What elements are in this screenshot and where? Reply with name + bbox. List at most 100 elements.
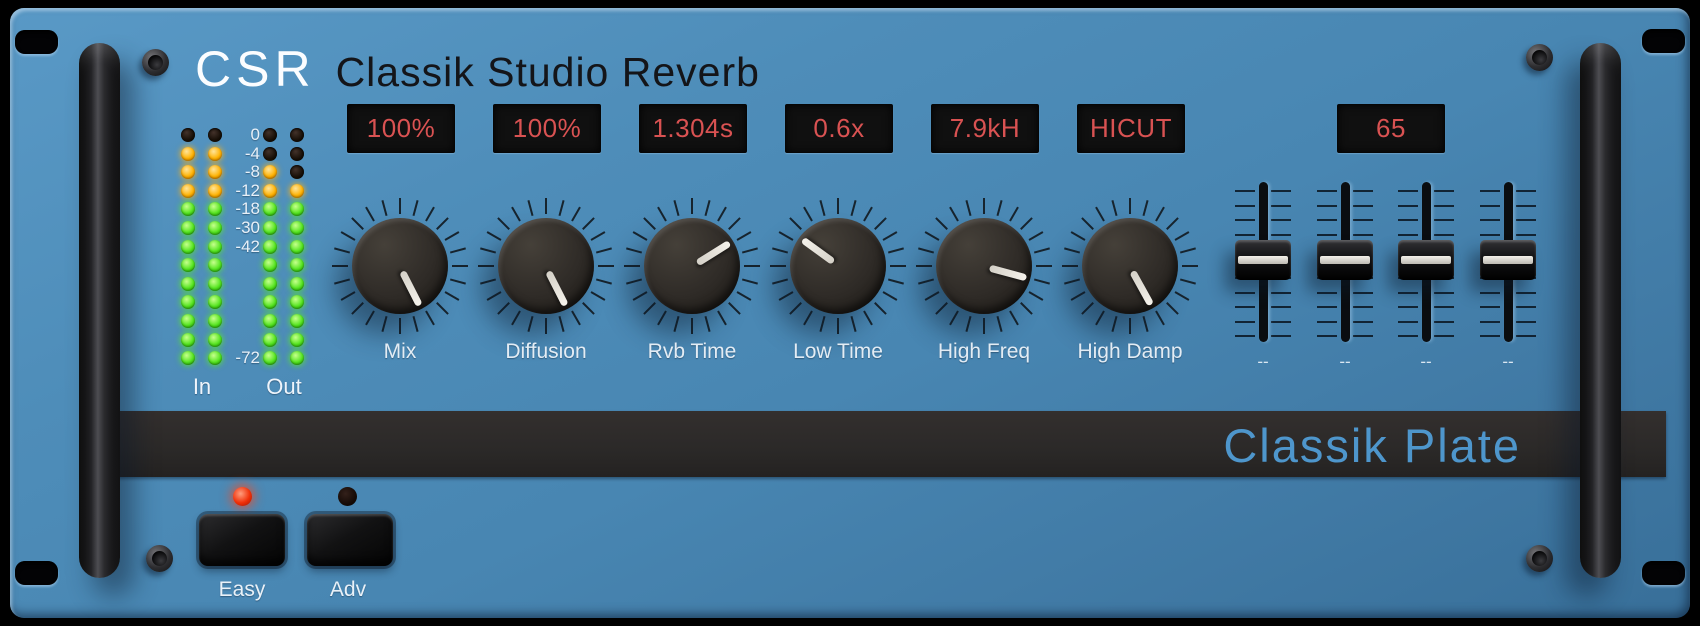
slider-tick bbox=[1353, 292, 1373, 294]
meter-led-out-left bbox=[263, 314, 277, 328]
meter-led-in-left bbox=[181, 333, 195, 347]
display-low-time[interactable]: 0.6x bbox=[785, 104, 893, 153]
slider-tick bbox=[1235, 321, 1255, 323]
knob-label-rvb-time: Rvb Time bbox=[612, 340, 772, 364]
slider-label-slider-4: -- bbox=[1478, 352, 1538, 372]
display-high-damp[interactable]: HICUT bbox=[1077, 104, 1185, 153]
slider-tick bbox=[1271, 335, 1291, 337]
slider-label-slider-1: -- bbox=[1233, 352, 1293, 372]
slider-tick bbox=[1398, 292, 1418, 294]
slider-handle-slider-3[interactable] bbox=[1398, 240, 1454, 280]
meter-led-in-left bbox=[181, 147, 195, 161]
slider-handle-slider-4[interactable] bbox=[1480, 240, 1536, 280]
slider-tick bbox=[1398, 234, 1418, 236]
meter-scale-label: -4 bbox=[220, 144, 260, 164]
slider-tick bbox=[1353, 205, 1373, 207]
easy-button[interactable] bbox=[199, 514, 285, 566]
display-high-freq[interactable]: 7.9kH bbox=[931, 104, 1039, 153]
slider-tick bbox=[1235, 219, 1255, 221]
rack-handle-right bbox=[1580, 43, 1621, 578]
slider-tick bbox=[1235, 292, 1255, 294]
display-diffusion[interactable]: 100% bbox=[493, 104, 601, 153]
slider-group-display[interactable]: 65 bbox=[1337, 104, 1445, 153]
slider-tick bbox=[1235, 190, 1255, 192]
meter-led-out-left bbox=[263, 184, 277, 198]
slider-tick bbox=[1317, 205, 1337, 207]
meter-led-in-right bbox=[208, 295, 222, 309]
slider-tick bbox=[1271, 306, 1291, 308]
slider-tick bbox=[1434, 205, 1454, 207]
slider-tick bbox=[1398, 219, 1418, 221]
slider-handle-stripe bbox=[1401, 256, 1451, 264]
slider-tick bbox=[1480, 306, 1500, 308]
knob-high-damp[interactable] bbox=[1060, 196, 1200, 336]
display-value-rvb-time: 1.304s bbox=[652, 113, 733, 144]
slider-tick bbox=[1353, 335, 1373, 337]
slider-tick bbox=[1271, 205, 1291, 207]
meter-scale-label: -42 bbox=[220, 237, 260, 257]
display-mix[interactable]: 100% bbox=[347, 104, 455, 153]
slider-tick bbox=[1480, 335, 1500, 337]
meter-led-out-right bbox=[290, 314, 304, 328]
meter-led-out-left bbox=[263, 128, 277, 142]
meter-led-in-right bbox=[208, 333, 222, 347]
slider-tick bbox=[1434, 321, 1454, 323]
knob-mix[interactable] bbox=[330, 196, 470, 336]
slider-handle-slider-2[interactable] bbox=[1317, 240, 1373, 280]
slider-tick bbox=[1480, 205, 1500, 207]
slider-tick bbox=[1434, 292, 1454, 294]
slider-tick bbox=[1317, 292, 1337, 294]
easy-button-label: Easy bbox=[192, 578, 292, 602]
screw-top-left bbox=[142, 49, 169, 76]
easy-mode-led bbox=[233, 487, 252, 506]
slider-handle-stripe bbox=[1483, 256, 1533, 264]
slider-tick bbox=[1516, 205, 1536, 207]
knob-low-time[interactable] bbox=[768, 196, 908, 336]
rack-handle-left bbox=[79, 43, 120, 578]
meter-scale-label: -72 bbox=[220, 348, 260, 368]
header: CSR Classik Studio Reverb bbox=[195, 40, 760, 98]
slider-tick bbox=[1398, 321, 1418, 323]
slider-tick bbox=[1398, 190, 1418, 192]
display-rvb-time[interactable]: 1.304s bbox=[639, 104, 747, 153]
meter-led-in-left bbox=[181, 184, 195, 198]
display-value-diffusion: 100% bbox=[513, 113, 582, 144]
display-value-high-damp: HICUT bbox=[1090, 113, 1172, 144]
meter-led-in-right bbox=[208, 277, 222, 291]
adv-button[interactable] bbox=[307, 514, 393, 566]
meter-led-in-left bbox=[181, 221, 195, 235]
meter-led-in-left bbox=[181, 295, 195, 309]
knob-high-freq[interactable] bbox=[914, 196, 1054, 336]
slider-tick bbox=[1516, 335, 1536, 337]
slider-tick bbox=[1317, 219, 1337, 221]
knob-diffusion[interactable] bbox=[476, 196, 616, 336]
meter-led-out-left bbox=[263, 277, 277, 291]
preset-name[interactable]: Classik Plate bbox=[1223, 418, 1521, 473]
slider-tick bbox=[1516, 190, 1536, 192]
meter-led-out-right bbox=[290, 202, 304, 216]
display-value-mix: 100% bbox=[367, 113, 436, 144]
slider-tick bbox=[1353, 306, 1373, 308]
slider-tick bbox=[1271, 219, 1291, 221]
slider-tick bbox=[1398, 335, 1418, 337]
meter-led-out-right bbox=[290, 147, 304, 161]
meter-led-in-right bbox=[208, 258, 222, 272]
screw-pit bbox=[1532, 551, 1547, 566]
meter-led-in-left bbox=[181, 351, 195, 365]
meter-led-in-left bbox=[181, 314, 195, 328]
screw-top-right bbox=[1526, 44, 1553, 71]
meter-led-out-right bbox=[290, 221, 304, 235]
knob-rvb-time[interactable] bbox=[622, 196, 762, 336]
meter-led-out-right bbox=[290, 258, 304, 272]
adv-button-label: Adv bbox=[298, 578, 398, 602]
slider-tick bbox=[1317, 190, 1337, 192]
slider-tick bbox=[1398, 205, 1418, 207]
slider-tick bbox=[1434, 306, 1454, 308]
slider-group-display-value: 65 bbox=[1376, 113, 1406, 144]
knob-label-mix: Mix bbox=[320, 340, 480, 364]
meter-out-label: Out bbox=[249, 374, 319, 400]
slider-tick bbox=[1480, 234, 1500, 236]
slider-handle-slider-1[interactable] bbox=[1235, 240, 1291, 280]
slider-tick bbox=[1235, 306, 1255, 308]
slider-label-slider-2: -- bbox=[1315, 352, 1375, 372]
